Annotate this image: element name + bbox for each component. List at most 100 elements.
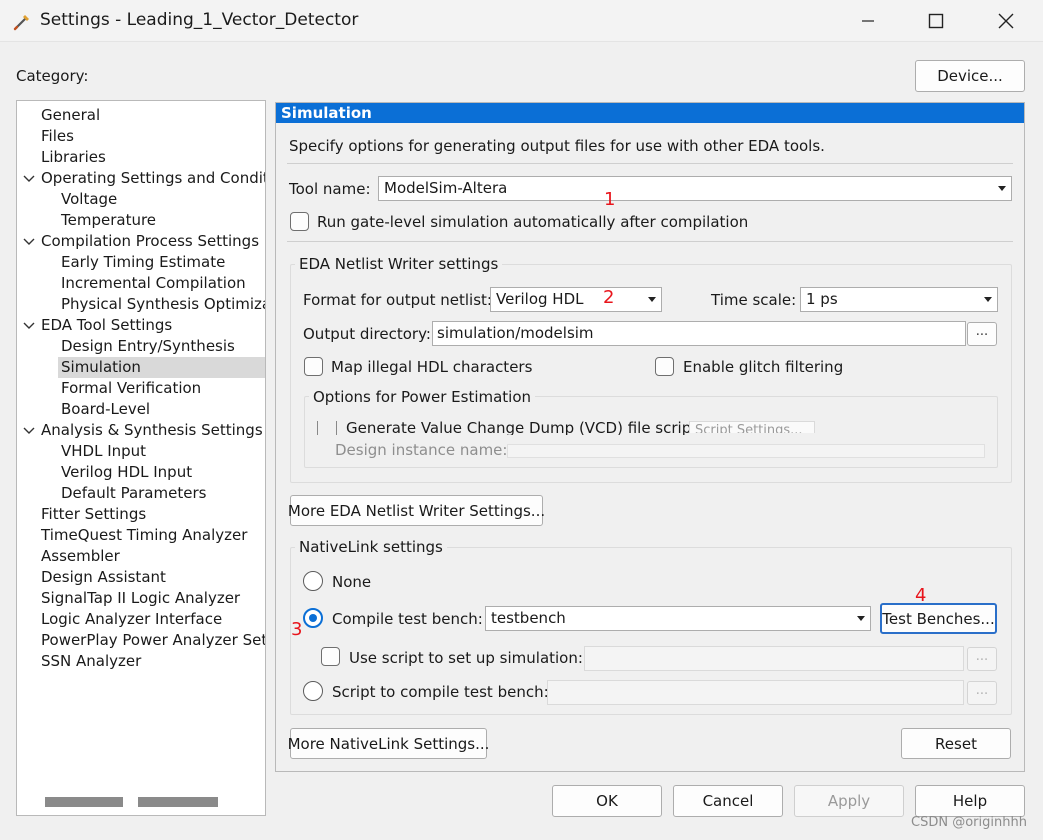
compile-tb-select[interactable]: testbench: [485, 606, 871, 631]
tree-item-label: Design Entry/Synthesis: [61, 337, 235, 355]
test-benches-button[interactable]: Test Benches...: [880, 603, 997, 634]
tree-scrollbar-right[interactable]: [138, 797, 218, 807]
tree-item-label: Analysis & Synthesis Settings: [41, 421, 263, 439]
tree-item-label: Simulation: [61, 358, 141, 376]
tree-item-label: PowerPlay Power Analyzer Settings: [41, 631, 265, 649]
tree-item[interactable]: Libraries: [41, 147, 106, 168]
tree-item[interactable]: Operating Settings and Conditions: [41, 168, 265, 189]
tree-item[interactable]: Formal Verification: [61, 378, 201, 399]
script-compile-browse-button[interactable]: ...: [967, 681, 997, 705]
tree-item[interactable]: Simulation: [58, 357, 265, 378]
script-compile-input[interactable]: [547, 680, 964, 705]
minimize-button[interactable]: [833, 0, 903, 42]
none-radio[interactable]: [303, 571, 323, 591]
tree-item[interactable]: Logic Analyzer Interface: [41, 609, 222, 630]
tree-item-label: TimeQuest Timing Analyzer: [41, 526, 248, 544]
script-compile-radio[interactable]: [303, 681, 323, 701]
tree-item-label: Temperature: [61, 211, 157, 229]
compile-tb-value: testbench: [491, 609, 566, 627]
annotation-3: 3: [291, 619, 303, 640]
maximize-icon: [928, 13, 944, 29]
tree-item[interactable]: Physical Synthesis Optimizations: [61, 294, 265, 315]
tree-item-label: Files: [41, 127, 74, 145]
reset-button[interactable]: Reset: [901, 728, 1011, 759]
apply-button[interactable]: Apply: [794, 785, 904, 817]
use-script-checkbox[interactable]: [321, 647, 340, 666]
category-tree[interactable]: General Files Libraries Operating Settings …: [16, 100, 266, 816]
cancel-button[interactable]: Cancel: [673, 785, 783, 817]
tree-item[interactable]: VHDL Input: [61, 441, 146, 462]
nativelink-group-title: NativeLink settings: [295, 538, 447, 556]
use-script-input[interactable]: [584, 646, 964, 671]
more-nativelink-settings-button[interactable]: More NativeLink Settings...: [288, 728, 489, 759]
tool-name-select[interactable]: ModelSim-Altera: [378, 176, 1012, 201]
more-netlist-settings-button[interactable]: More EDA Netlist Writer Settings...: [288, 495, 545, 526]
tree-item[interactable]: Files: [41, 126, 74, 147]
output-dir-label: Output directory:: [303, 325, 431, 343]
tree-item-label: General: [41, 106, 101, 124]
time-scale-select[interactable]: 1 ps: [800, 287, 998, 312]
tree-item[interactable]: Design Entry/Synthesis: [61, 336, 235, 357]
divider: [287, 163, 1013, 164]
chevron-down-icon: [998, 186, 1006, 191]
script-settings-button[interactable]: Script Settings...: [689, 421, 815, 433]
tree-item[interactable]: Voltage: [61, 189, 117, 210]
tree-item[interactable]: SignalTap II Logic Analyzer: [41, 588, 240, 609]
tree-item-label: Verilog HDL Input: [61, 463, 193, 481]
ok-button[interactable]: OK: [552, 785, 662, 817]
tree-item-label: Operating Settings and Conditions: [41, 169, 265, 187]
settings-app-icon: [13, 15, 29, 31]
use-script-browse-button[interactable]: ...: [967, 647, 997, 671]
format-select[interactable]: Verilog HDL: [490, 287, 662, 312]
tree-item[interactable]: TimeQuest Timing Analyzer: [41, 525, 247, 546]
tree-item[interactable]: Design Assistant: [41, 567, 166, 588]
chevron-down-icon: [984, 297, 992, 302]
chevron-down-icon[interactable]: [22, 424, 36, 438]
close-icon: [998, 13, 1014, 29]
run-gate-level-checkbox[interactable]: [290, 212, 309, 231]
chevron-down-icon[interactable]: [22, 235, 36, 249]
enable-glitch-checkbox[interactable]: [655, 357, 674, 376]
tree-item[interactable]: General: [41, 105, 100, 126]
tree-item[interactable]: Incremental Compilation: [61, 273, 246, 294]
chevron-down-icon[interactable]: [22, 172, 36, 186]
time-scale-label: Time scale:: [711, 291, 797, 309]
run-gate-level-label: Run gate-level simulation automatically …: [317, 213, 749, 231]
maximize-button[interactable]: [901, 0, 971, 42]
tree-item[interactable]: Verilog HDL Input: [61, 462, 192, 483]
output-dir-input[interactable]: simulation/modelsim: [432, 321, 966, 346]
tree-item-label: SSN Analyzer: [41, 652, 142, 670]
tree-item[interactable]: PowerPlay Power Analyzer Settings: [41, 630, 265, 651]
vcd-label: Generate Value Change Dump (VCD) file sc…: [346, 419, 698, 435]
tree-item[interactable]: Fitter Settings: [41, 504, 146, 525]
tree-item[interactable]: Temperature: [61, 210, 156, 231]
device-button[interactable]: Device...: [915, 60, 1025, 92]
chevron-down-icon[interactable]: [22, 319, 36, 333]
tree-item[interactable]: Default Parameters: [61, 483, 206, 504]
tree-item-label: Incremental Compilation: [61, 274, 246, 292]
tree-item[interactable]: EDA Tool Settings: [41, 315, 172, 336]
tree-item[interactable]: Board-Level: [61, 399, 150, 420]
tree-item[interactable]: Assembler: [41, 546, 120, 567]
tree-item[interactable]: SSN Analyzer: [41, 651, 141, 672]
power-estimation-group-title: Options for Power Estimation: [309, 388, 536, 406]
power-estimation-group: Generate Value Change Dump (VCD) file sc…: [304, 396, 998, 468]
tree-item-label: Formal Verification: [61, 379, 202, 397]
time-scale-value: 1 ps: [806, 290, 838, 308]
divider: [287, 241, 1013, 242]
panel-header: Simulation: [276, 103, 1024, 123]
tree-item[interactable]: Compilation Process Settings: [41, 231, 259, 252]
output-dir-browse-button[interactable]: ...: [967, 322, 997, 346]
netlist-writer-group-title: EDA Netlist Writer settings: [295, 255, 503, 273]
map-illegal-checkbox[interactable]: [304, 357, 323, 376]
tree-item-label: Board-Level: [61, 400, 151, 418]
tree-item-label: Design Assistant: [41, 568, 166, 586]
compile-tb-radio[interactable]: [303, 608, 323, 628]
close-button[interactable]: [971, 0, 1041, 42]
tree-item[interactable]: Early Timing Estimate: [61, 252, 225, 273]
design-instance-input[interactable]: [507, 444, 985, 458]
tree-item[interactable]: Analysis & Synthesis Settings: [41, 420, 263, 441]
help-button[interactable]: Help: [915, 785, 1025, 817]
tree-scrollbar-left[interactable]: [45, 797, 123, 807]
tree-item-label: Early Timing Estimate: [61, 253, 226, 271]
